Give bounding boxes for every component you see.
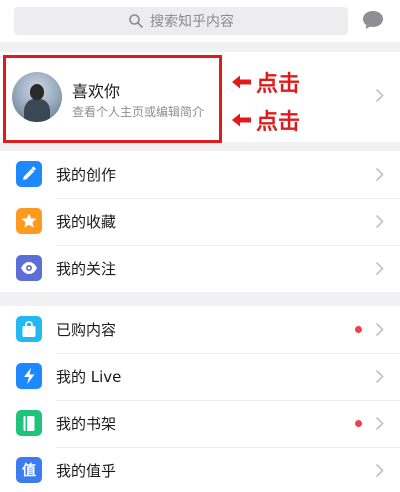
click-annotation-1-label: 点击 — [256, 72, 301, 97]
menu-item-label: 我的 Live — [56, 368, 122, 386]
click-annotation-1: 点击 — [230, 66, 300, 98]
menu-item-label: 我的书架 — [56, 415, 117, 433]
menu-item-my-favorites[interactable]: 我的收藏 — [0, 198, 400, 245]
chevron-right-icon — [375, 322, 384, 337]
highlight-box — [3, 55, 222, 143]
chevron-right-icon — [375, 167, 384, 182]
menu-item-label: 我的关注 — [56, 260, 117, 278]
menu-item-label: 我的创作 — [56, 166, 117, 184]
menu-item-bookshelf[interactable]: 我的书架 — [0, 400, 400, 447]
chevron-right-icon — [375, 369, 384, 384]
chevron-right-icon — [375, 214, 384, 229]
click-annotation-2-label: 点击 — [256, 110, 301, 135]
notification-dot — [355, 420, 362, 427]
search-placeholder: 搜索知乎内容 — [150, 14, 234, 30]
chevron-right-icon — [375, 88, 384, 103]
star-icon — [16, 208, 42, 234]
menu-item-label: 我的收藏 — [56, 213, 117, 231]
lightning-icon — [16, 363, 42, 389]
search-icon — [129, 14, 143, 28]
zhi-icon: 值 — [16, 457, 42, 483]
click-annotation-2: 点击 — [230, 104, 300, 136]
pencil-icon — [16, 161, 42, 187]
message-icon[interactable] — [362, 10, 384, 30]
book-icon — [16, 410, 42, 436]
arrow-left-icon — [232, 75, 251, 89]
chevron-right-icon — [375, 463, 384, 478]
menu-group-creation: 我的创作 我的收藏 我的关注 — [0, 151, 400, 292]
menu-item-my-creation[interactable]: 我的创作 — [0, 151, 400, 198]
shopping-bag-icon — [16, 316, 42, 342]
menu-item-label: 已购内容 — [56, 321, 117, 339]
arrow-left-icon — [232, 113, 251, 127]
menu-item-my-following[interactable]: 我的关注 — [0, 245, 400, 292]
menu-item-purchased[interactable]: 已购内容 — [0, 306, 400, 353]
chevron-right-icon — [375, 416, 384, 431]
top-bar: 搜索知乎内容 — [0, 0, 400, 42]
eye-icon — [16, 255, 42, 281]
menu-item-my-live[interactable]: 我的 Live — [0, 353, 400, 400]
menu-group-content: 已购内容 我的 Live 我的书架 值 我的值乎 — [0, 306, 400, 492]
search-input[interactable]: 搜索知乎内容 — [14, 7, 348, 35]
chevron-right-icon — [375, 261, 384, 276]
menu-item-label: 我的值乎 — [56, 462, 117, 480]
notification-dot — [355, 326, 362, 333]
menu-item-zhihu-zhi[interactable]: 值 我的值乎 — [0, 447, 400, 492]
